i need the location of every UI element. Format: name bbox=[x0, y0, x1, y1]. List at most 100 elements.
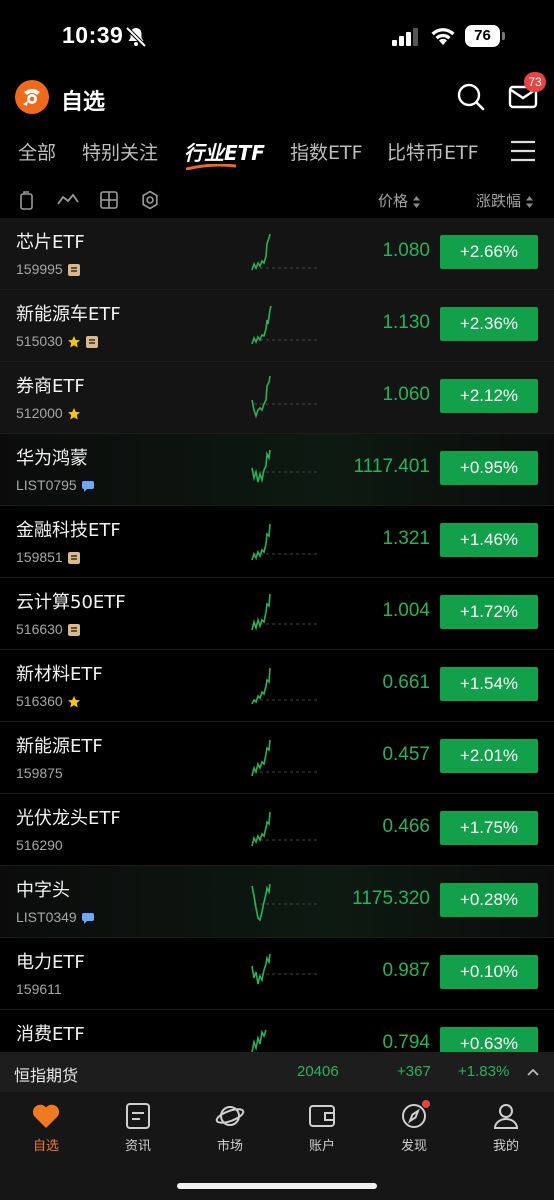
search-icon[interactable] bbox=[456, 82, 486, 112]
security-code: 515030 bbox=[16, 333, 99, 349]
change-badge[interactable]: +0.95% bbox=[440, 451, 538, 485]
security-code: 159995 bbox=[16, 261, 81, 277]
sparkline bbox=[251, 305, 318, 345]
change-badge[interactable]: +1.54% bbox=[440, 667, 538, 701]
tab-industry-etf[interactable]: 行业ETF bbox=[184, 137, 265, 166]
active-tab-underline bbox=[186, 164, 236, 170]
tab-bitcoin-etf[interactable]: 比特币ETF bbox=[387, 138, 479, 165]
sparkline bbox=[251, 593, 318, 631]
price: 0.661 bbox=[382, 672, 430, 693]
table-row[interactable]: 新能源ETF 159875 0.457 +2.01% bbox=[0, 722, 554, 794]
home-indicator[interactable] bbox=[177, 1183, 377, 1189]
code-text: 516360 bbox=[16, 693, 63, 709]
wallet-icon bbox=[309, 1105, 335, 1127]
sort-arrows-icon bbox=[526, 195, 534, 208]
table-row[interactable]: 新能源车ETF 515030 1.130 +2.36% bbox=[0, 290, 554, 362]
nav-profile[interactable]: 我的 bbox=[466, 1102, 546, 1162]
table-row[interactable]: 中字头 LIST0349 1175.320 +0.28% bbox=[0, 866, 554, 938]
change-badge[interactable]: +0.63% bbox=[440, 1027, 538, 1052]
change-badge[interactable]: +1.75% bbox=[440, 811, 538, 845]
code-text: 516630 bbox=[16, 621, 63, 637]
table-row[interactable]: 金融科技ETF 159851 1.321 +1.46% bbox=[0, 506, 554, 578]
nav-discover[interactable]: 发现 bbox=[374, 1100, 454, 1162]
price: 1.060 bbox=[382, 384, 430, 405]
bell-muted-icon bbox=[125, 26, 147, 48]
price: 1.004 bbox=[382, 600, 430, 621]
nav-label: 账户 bbox=[308, 1139, 335, 1154]
ticker-percent: +1.83% bbox=[458, 1063, 510, 1080]
chat-icon bbox=[81, 481, 94, 493]
table-row[interactable]: 消费ETF 0.794 +0.63% bbox=[0, 1010, 554, 1052]
chat-icon bbox=[81, 913, 94, 925]
code-text: 159611 bbox=[16, 981, 62, 997]
tab-all[interactable]: 全部 bbox=[18, 138, 56, 165]
line-chart-icon[interactable] bbox=[57, 190, 79, 210]
change-badge[interactable]: +2.66% bbox=[440, 235, 538, 269]
sparkline bbox=[251, 739, 318, 777]
tab-special-watch[interactable]: 特别关注 bbox=[82, 138, 158, 165]
sparkline bbox=[251, 1029, 267, 1052]
code-text: LIST0349 bbox=[16, 909, 77, 925]
planet-icon bbox=[215, 1106, 245, 1126]
table-row[interactable]: 华为鸿蒙 LIST0795 1117.401 +0.95% bbox=[0, 434, 554, 506]
sort-arrows-icon bbox=[413, 195, 421, 208]
nav-label: 自选 bbox=[32, 1139, 59, 1154]
change-badge[interactable]: +0.10% bbox=[440, 955, 538, 989]
security-name: 华为鸿蒙 bbox=[16, 448, 88, 469]
security-code: 516360 bbox=[16, 693, 81, 709]
price: 1175.320 bbox=[352, 888, 430, 909]
table-row[interactable]: 电力ETF 159611 0.987 +0.10% bbox=[0, 938, 554, 1010]
nav-watchlist[interactable]: 自选 bbox=[6, 1102, 86, 1162]
change-badge[interactable]: +2.12% bbox=[440, 379, 538, 413]
table-row[interactable]: 光伏龙头ETF 516290 0.466 +1.75% bbox=[0, 794, 554, 866]
tab-bar: 全部 特别关注 行业ETF 指数ETF 比特币ETF bbox=[0, 130, 554, 174]
copy-icon[interactable] bbox=[17, 190, 37, 210]
change-badge[interactable]: +1.72% bbox=[440, 595, 538, 629]
nav-label: 发现 bbox=[400, 1139, 427, 1154]
tab-index-etf[interactable]: 指数ETF bbox=[290, 138, 363, 165]
ticker-name: 恒指期货 bbox=[14, 1066, 79, 1085]
price: 1117.401 bbox=[353, 456, 430, 477]
menu-icon[interactable] bbox=[510, 140, 536, 162]
nav-market[interactable]: 市场 bbox=[190, 1102, 270, 1162]
security-code: LIST0795 bbox=[16, 477, 95, 493]
note-icon bbox=[67, 264, 80, 277]
change-badge[interactable]: +2.01% bbox=[440, 739, 538, 773]
app-logo-icon bbox=[15, 80, 49, 114]
nav-news[interactable]: 资讯 bbox=[98, 1102, 178, 1162]
table-row[interactable]: 新材料ETF 516360 0.661 +1.54% bbox=[0, 650, 554, 722]
table-row[interactable]: 券商ETF 512000 1.060 +2.12% bbox=[0, 362, 554, 434]
change-badge[interactable]: +1.46% bbox=[440, 523, 538, 557]
change-badge[interactable]: +2.36% bbox=[440, 307, 538, 341]
ticker-value: 20406 bbox=[297, 1063, 339, 1080]
table-row[interactable]: 芯片ETF 159995 1.080 +2.66% bbox=[0, 218, 554, 290]
signal-icon bbox=[392, 28, 418, 46]
change-badge[interactable]: +0.28% bbox=[440, 883, 538, 917]
security-name: 券商ETF bbox=[16, 376, 85, 397]
code-text: 515030 bbox=[16, 333, 63, 349]
gear-icon[interactable] bbox=[140, 190, 160, 210]
note-icon bbox=[67, 624, 80, 637]
code-text: 516290 bbox=[16, 837, 63, 853]
news-icon bbox=[126, 1103, 150, 1129]
security-code: 159851 bbox=[16, 549, 81, 565]
price: 0.794 bbox=[382, 1032, 430, 1052]
sort-change-button[interactable]: 涨跌幅 bbox=[476, 190, 534, 211]
security-name: 新能源车ETF bbox=[16, 304, 121, 325]
code-text: 159875 bbox=[16, 765, 63, 781]
sort-price-button[interactable]: 价格 bbox=[378, 190, 421, 211]
table-row[interactable]: 云计算50ETF 516630 1.004 +1.72% bbox=[0, 578, 554, 650]
sparkline bbox=[251, 667, 318, 705]
code-text: 159851 bbox=[16, 549, 63, 565]
sparkline bbox=[251, 375, 318, 419]
nav-account[interactable]: 账户 bbox=[282, 1102, 362, 1162]
security-name: 中字头 bbox=[16, 880, 70, 901]
list-toolbar: 价格 涨跌幅 bbox=[0, 184, 554, 216]
code-text: LIST0795 bbox=[16, 477, 77, 493]
grid-icon[interactable] bbox=[99, 190, 119, 210]
battery-icon: 76 bbox=[465, 25, 505, 47]
chevron-up-icon[interactable] bbox=[526, 1066, 540, 1078]
mail-badge: 73 bbox=[524, 72, 546, 92]
index-ticker[interactable]: 恒指期货 20406 +367 +1.83% bbox=[0, 1052, 554, 1092]
nav-label: 市场 bbox=[216, 1139, 243, 1154]
